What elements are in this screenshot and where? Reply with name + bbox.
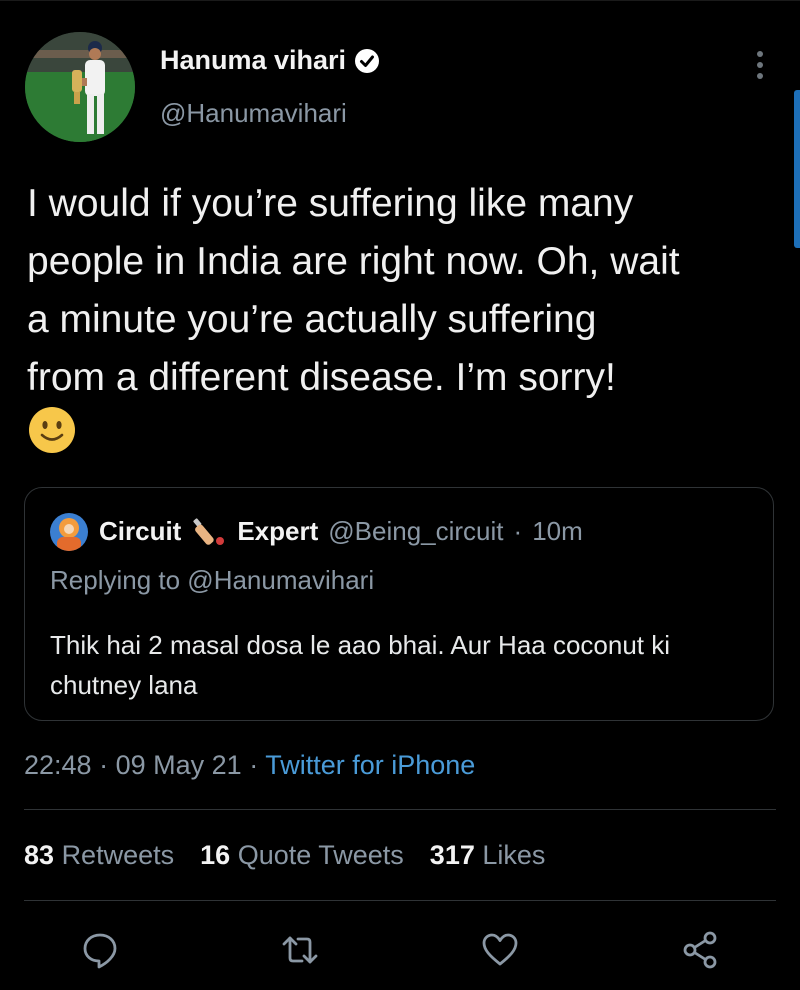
likes-count: 317 xyxy=(429,840,475,870)
quote-tweets-label: Quote Tweets xyxy=(237,840,404,870)
quoted-avatar-image xyxy=(50,513,88,551)
reply-icon[interactable] xyxy=(80,930,120,970)
divider xyxy=(24,809,776,810)
timestamp-separator: · xyxy=(249,750,259,780)
verified-badge-icon xyxy=(355,48,380,73)
author-handle[interactable]: @Hanumavihari xyxy=(160,98,347,129)
retweets-count: 83 xyxy=(24,840,55,870)
engagement-stats: 83 Retweets 16 Quote Tweets 317 Likes xyxy=(24,840,545,871)
scrollbar[interactable] xyxy=(794,90,800,248)
avatar-photo xyxy=(25,32,135,142)
author-avatar[interactable] xyxy=(25,32,135,142)
author-name-row[interactable]: Hanuma vihari xyxy=(160,45,380,76)
slightly-smiling-face-emoji-icon xyxy=(29,407,75,453)
retweets-label: Retweets xyxy=(61,840,175,870)
quote-tweets-stat[interactable]: 16 Quote Tweets xyxy=(200,840,404,871)
quoted-author-avatar[interactable] xyxy=(50,513,88,551)
quoted-author-handle[interactable]: @Being_circuit xyxy=(328,516,503,547)
quoted-author-name-part1[interactable]: Circuit xyxy=(99,516,181,547)
tweet-source-link[interactable]: Twitter for iPhone xyxy=(265,750,475,780)
share-icon[interactable] xyxy=(680,930,720,970)
retweets-stat[interactable]: 83 Retweets xyxy=(24,840,174,871)
timestamp-separator: · xyxy=(99,750,109,780)
quoted-header: Circuit Expert @Being_circuit · 10m xyxy=(99,515,583,547)
quoted-author-name-part2[interactable]: Expert xyxy=(237,516,318,547)
quoted-separator: · xyxy=(513,515,523,546)
like-icon[interactable] xyxy=(480,930,520,970)
more-options-icon[interactable] xyxy=(748,48,772,82)
tweet-time: 22:48 xyxy=(24,750,92,780)
author-display-name[interactable]: Hanuma vihari xyxy=(160,45,346,76)
likes-stat[interactable]: 317 Likes xyxy=(430,840,546,871)
divider xyxy=(24,900,776,901)
quoted-time-ago: 10m xyxy=(532,515,583,546)
top-divider xyxy=(0,0,800,1)
quote-tweets-count: 16 xyxy=(200,840,231,870)
replying-to-text: Replying to @Hanumavihari xyxy=(50,565,375,595)
cricket-bat-icon xyxy=(193,518,225,545)
quoted-tweet-text: Thik hai 2 masal dosa le aao bhai. Aur H… xyxy=(50,630,671,700)
tweet-date: 09 May 21 xyxy=(115,750,242,780)
retweet-icon[interactable] xyxy=(280,930,320,970)
quoted-tweet-card[interactable]: Circuit Expert @Being_circuit · 10m Repl… xyxy=(24,487,774,721)
tweet-text: I would if you’re suffering like many pe… xyxy=(27,182,680,399)
likes-label: Likes xyxy=(482,840,546,870)
tweet-timestamp-row: 22:48 · 09 May 21 · Twitter for iPhone xyxy=(24,750,475,781)
